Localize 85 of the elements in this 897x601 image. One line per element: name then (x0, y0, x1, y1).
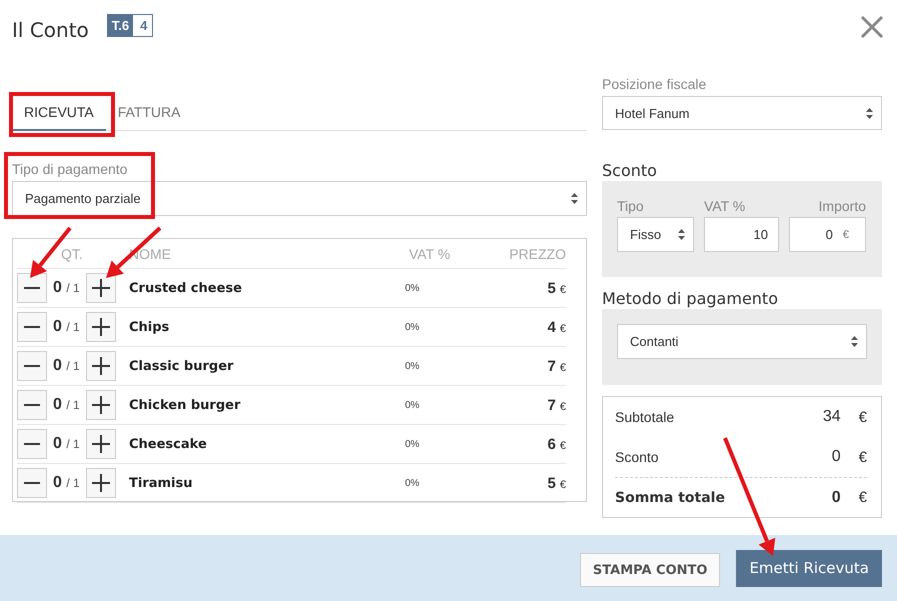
vat-rate: 0% (405, 400, 420, 410)
column-header: QT. (60, 246, 84, 262)
item-price: 5 € (546, 474, 566, 492)
increase-button[interactable] (86, 429, 116, 459)
item-name: Crusted cheese (128, 280, 243, 296)
item-price: 5 € (546, 280, 566, 296)
vat-rate: 0% (405, 478, 420, 488)
payment-type-select[interactable]: Pagamento parziale (12, 181, 587, 216)
increase-button[interactable] (86, 273, 116, 303)
quantity: 0 / 1 (53, 474, 80, 492)
vat-rate: 0% (405, 438, 420, 450)
up-down-icon (678, 229, 685, 240)
item-price: 6 € (546, 436, 566, 452)
total-label: Subtotale (615, 409, 676, 425)
decrease-button[interactable] (17, 351, 47, 381)
discount-type-select[interactable]: Fisso (617, 217, 694, 252)
plus-icon (92, 396, 110, 414)
plus-icon (92, 357, 110, 375)
total-value: 0 (832, 488, 841, 506)
increase-button[interactable] (86, 351, 116, 381)
vat-rate: 0% (405, 282, 420, 294)
fiscal-position-select[interactable]: Hotel Fanum (602, 96, 882, 130)
total-value: 34 (822, 408, 841, 426)
field-label: Tipo (617, 198, 645, 216)
quantity: 0 / 1 (53, 357, 80, 375)
total-value: 0 (832, 448, 841, 466)
decrease-button[interactable] (17, 429, 47, 459)
quantity: 0 / 1 (53, 435, 80, 453)
column-header: PREZZO (508, 246, 566, 262)
currency-symbol: € (858, 448, 867, 466)
item-name: Classic burger (128, 358, 234, 374)
minus-icon (24, 482, 40, 484)
decrease-button[interactable] (17, 312, 47, 342)
currency-symbol: € (858, 408, 867, 426)
item-price: 4 € (546, 318, 566, 336)
amount-input[interactable]: 0 € (789, 217, 866, 252)
plus-icon (92, 279, 110, 297)
dialog-title: Il Conto (12, 18, 89, 42)
increase-button[interactable] (86, 468, 116, 498)
currency-symbol: € (858, 489, 867, 506)
decrease-button[interactable] (17, 468, 47, 498)
tab[interactable]: RICEVUTA (12, 95, 106, 131)
item-price: 7 € (546, 358, 566, 374)
item-name: Tiramisu (128, 476, 194, 490)
total-label: Sconto (615, 449, 660, 465)
quantity: 0 / 1 (53, 396, 80, 414)
print-bill-button[interactable]: STAMPA CONTO (580, 553, 720, 587)
minus-icon (24, 287, 40, 289)
payment-method-select[interactable]: Contanti (617, 324, 867, 359)
up-down-icon (866, 108, 873, 118)
plus-icon (92, 474, 110, 492)
issue-receipt-button[interactable]: Emetti Ricevuta (736, 550, 882, 586)
table-number: T.6 (108, 14, 136, 36)
minus-icon (24, 443, 40, 445)
close-icon (859, 14, 885, 40)
plus-icon (92, 435, 110, 453)
minus-icon (24, 365, 40, 367)
increase-button[interactable] (86, 312, 116, 342)
field-label: VAT % (704, 198, 746, 216)
increase-button[interactable] (86, 390, 116, 420)
decrease-button[interactable] (17, 390, 47, 420)
item-name: Chips (128, 320, 170, 334)
minus-icon (24, 326, 40, 328)
total-label: Somma totale (615, 490, 726, 506)
field-label: Posizione fiscale (602, 76, 708, 92)
up-down-icon (571, 193, 578, 204)
close-button[interactable] (859, 14, 885, 40)
section-heading: Sconto (602, 161, 658, 181)
column-header: VAT % (408, 246, 452, 262)
item-name: Cheescake (128, 436, 208, 452)
item-name: Chicken burger (128, 398, 242, 412)
section-heading: Metodo di pagamento (602, 289, 779, 309)
tab[interactable]: FATTURA (106, 95, 192, 131)
vat-input[interactable]: 10 (704, 217, 779, 252)
quantity: 0 / 1 (53, 279, 80, 297)
up-down-icon (851, 336, 858, 347)
item-price: 7 € (546, 396, 566, 414)
vat-rate: 0% (405, 360, 420, 372)
field-label: Importo (818, 198, 866, 216)
minus-icon (24, 404, 40, 406)
field-label: Tipo di pagamento (12, 161, 128, 177)
vat-rate: 0% (405, 322, 420, 332)
quantity: 0 / 1 (53, 318, 80, 336)
plus-icon (92, 318, 110, 336)
decrease-button[interactable] (17, 273, 47, 303)
